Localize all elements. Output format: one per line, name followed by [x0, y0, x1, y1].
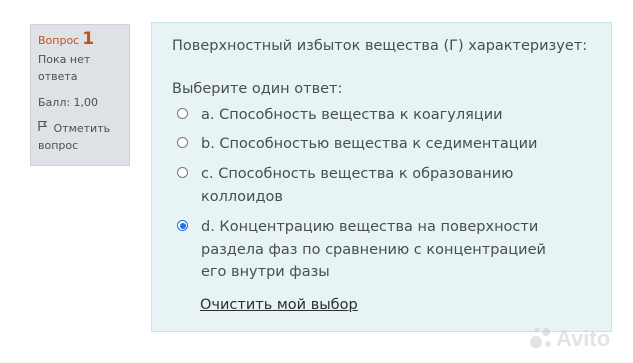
avito-watermark: Avito	[528, 322, 624, 352]
question-state: Пока нет ответа	[38, 53, 91, 83]
flag-icon	[38, 120, 50, 137]
clear-choice-link[interactable]: Очистить мой выбор	[200, 297, 358, 313]
avito-logo-icon: Avito	[530, 326, 610, 351]
radio-c[interactable]	[177, 167, 188, 178]
answer-label-b: b. Способностью вещества к седиментации	[201, 136, 538, 152]
answer-option-a[interactable]: a. Способность вещества к коагуляции	[177, 104, 597, 127]
flag-question-link[interactable]: Отметить вопрос	[38, 120, 123, 154]
answer-label-a: a. Способность вещества к коагуляции	[201, 107, 503, 123]
answer-option-b[interactable]: b. Способностью вещества к седиментации	[177, 133, 597, 156]
question-number: Вопрос 1	[38, 31, 123, 49]
answer-label-c: c. Способность вещества к образованию ко…	[201, 166, 514, 205]
question-grade: Балл: 1,00	[38, 96, 99, 109]
answer-option-d[interactable]: d. Концентрацию вещества на поверхности …	[177, 216, 572, 284]
avito-watermark-text: Avito	[556, 326, 610, 351]
question-content: Поверхностный избыток вещества (Г) харак…	[151, 22, 612, 332]
radio-b[interactable]	[177, 137, 188, 148]
answer-option-c[interactable]: c. Способность вещества к образованию ко…	[177, 163, 527, 208]
answer-label-d: d. Концентрацию вещества на поверхности …	[201, 219, 546, 280]
radio-a[interactable]	[177, 108, 188, 119]
question-text: Поверхностный избыток вещества (Г) харак…	[172, 38, 588, 54]
question-number-value: 1	[82, 29, 95, 49]
answer-prompt: Выберите один ответ:	[172, 81, 343, 97]
radio-d[interactable]	[177, 220, 188, 231]
question-label: Вопрос	[38, 34, 80, 47]
question-info-panel: Вопрос 1 Пока нет ответа Балл: 1,00 Отмет…	[30, 24, 130, 166]
